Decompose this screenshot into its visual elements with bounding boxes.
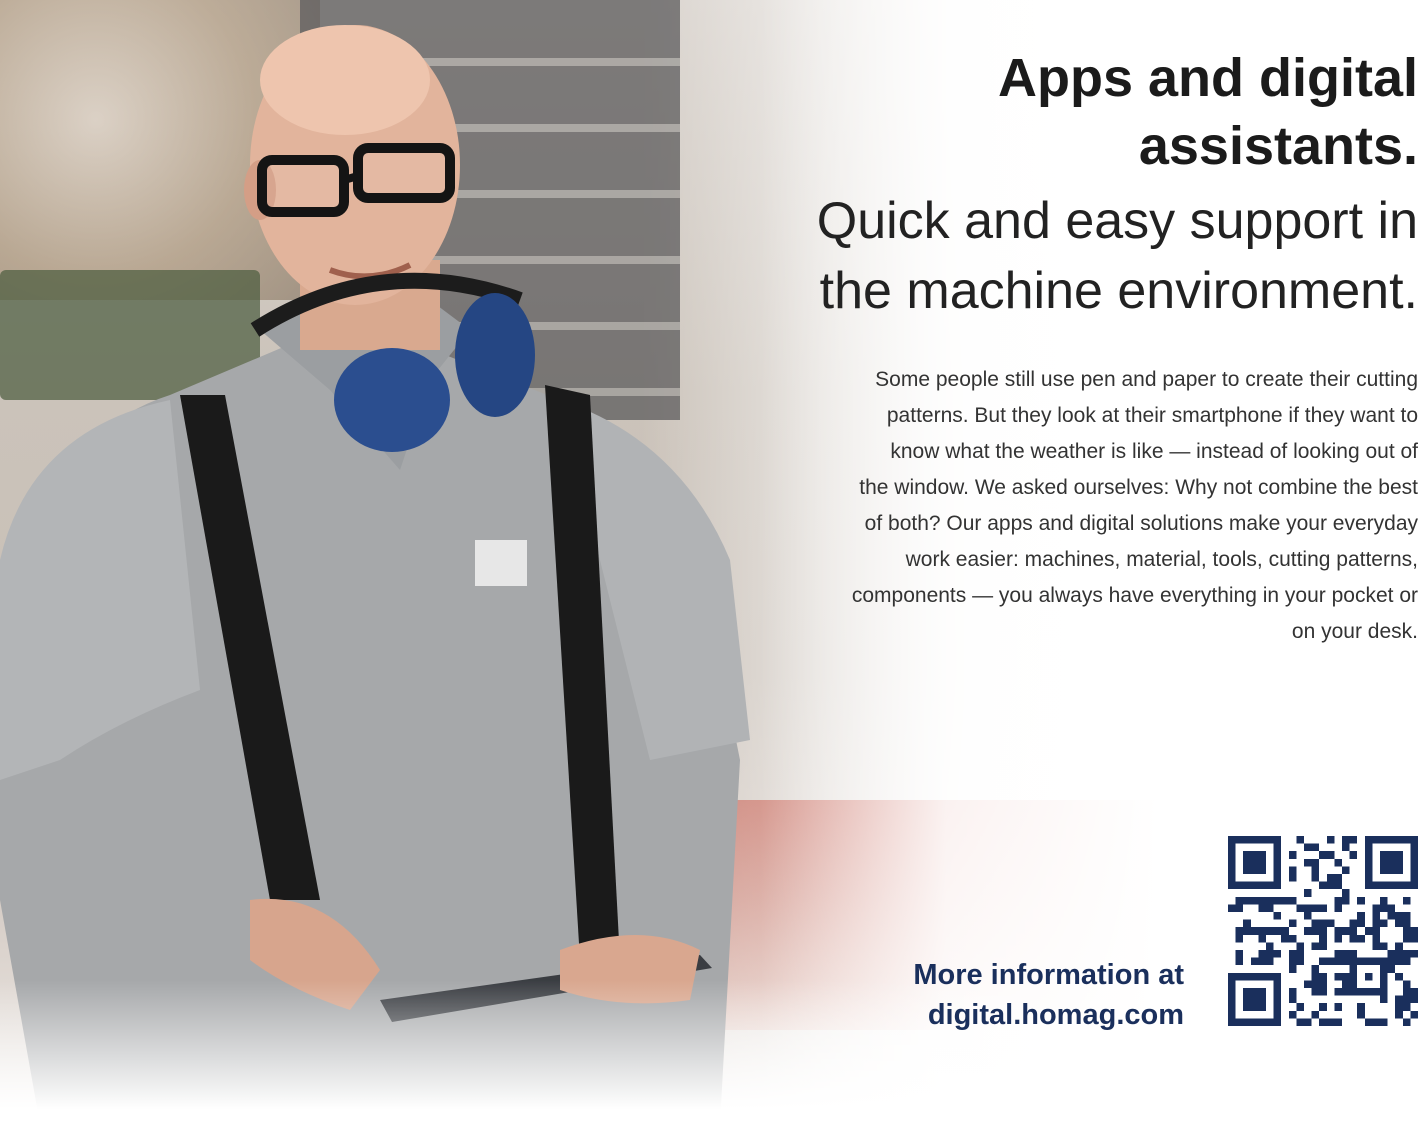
qr-code-icon[interactable] [1228, 836, 1418, 1026]
worker-figure [0, 25, 750, 1124]
subheadline: Quick and easy support in the machine en… [718, 186, 1418, 326]
headline-line-2: assistants. [1138, 116, 1418, 176]
more-info-cta[interactable]: More information at digital.homag.com [764, 955, 1184, 1035]
body-line: on your desk. [1291, 620, 1418, 643]
background-fade-bottom [0, 980, 1424, 1124]
body-line: of both? Our apps and digital solutions … [864, 512, 1418, 535]
more-info-label: More information at [913, 959, 1184, 991]
headline-line-1: Apps and digital [997, 48, 1418, 108]
body-line: the window. We asked ourselves: Why not … [859, 476, 1418, 499]
body-line: Some people still use pen and paper to c… [875, 368, 1418, 391]
website-link[interactable]: digital.homag.com [928, 999, 1184, 1031]
headline: Apps and digital assistants. [718, 44, 1418, 180]
body-copy: Some people still use pen and paper to c… [768, 362, 1418, 650]
subheadline-line-2: the machine environment. [819, 262, 1418, 320]
body-line: know what the weather is like — instead … [890, 440, 1418, 463]
body-line: work easier: machines, material, tools, … [905, 548, 1418, 571]
body-line: components — you always have everything … [851, 584, 1418, 607]
body-line: patterns. But they look at their smartph… [886, 404, 1418, 427]
subheadline-line-1: Quick and easy support in [816, 192, 1418, 250]
